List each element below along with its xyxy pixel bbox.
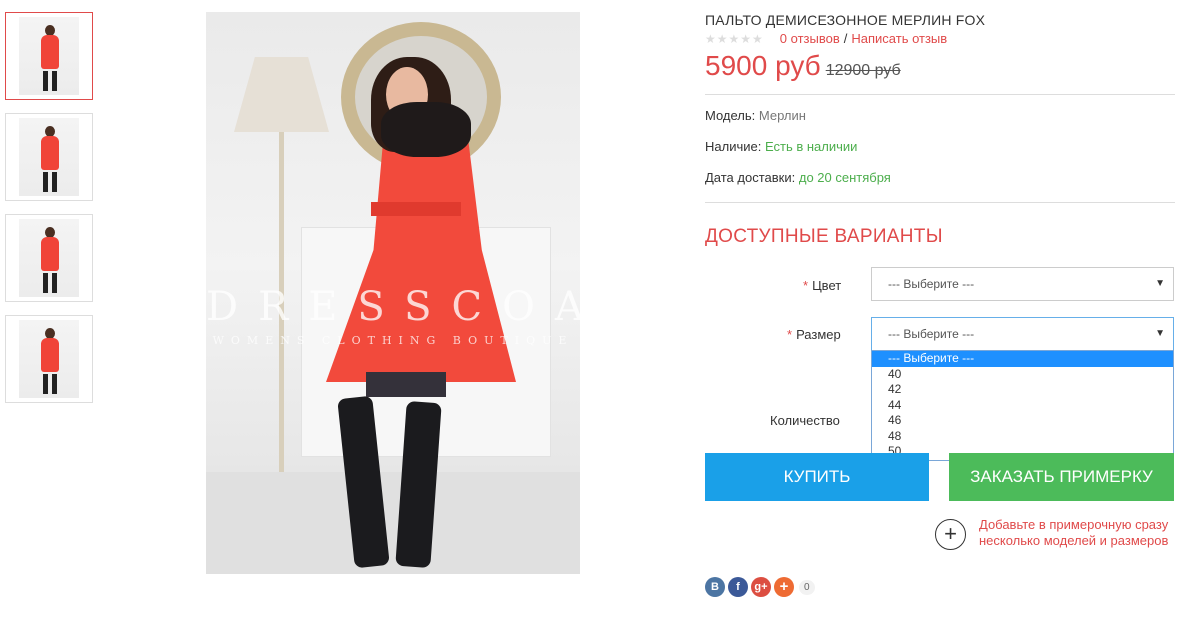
- thumbnail-image: [19, 219, 79, 297]
- availability-row: Наличие: Есть в наличии: [705, 139, 857, 154]
- main-product-image[interactable]: DRESSCOAT WOMENS CLOTHING BOUTIQUE: [206, 12, 580, 574]
- add-to-fitting-icon[interactable]: +: [935, 519, 966, 550]
- required-mark: *: [787, 327, 793, 342]
- google-plus-icon[interactable]: g+: [751, 577, 771, 597]
- rating-stars-icon: ★★★★★: [705, 31, 764, 46]
- thumbnail-image: [19, 118, 79, 196]
- thumbnail-list: [5, 12, 94, 416]
- divider: [705, 94, 1175, 95]
- model-value: Мерлин: [758, 108, 806, 123]
- availability-value: Есть в наличии: [764, 139, 858, 154]
- price-current: 5900 руб: [705, 50, 821, 81]
- price-old: 12900 руб: [825, 62, 901, 79]
- rating-row: ★★★★★ 0 отзывов / Написать отзыв: [705, 31, 947, 46]
- thumbnail-2[interactable]: [5, 113, 93, 201]
- product-title: ПАЛЬТО ДЕМИСЕЗОННОЕ МЕРЛИН FOX: [705, 12, 986, 28]
- model-row: Модель: Мерлин: [705, 108, 806, 123]
- write-review-link[interactable]: Написать отзыв: [851, 31, 947, 46]
- lamp-decor: [234, 57, 329, 132]
- size-option[interactable]: 46: [872, 413, 1173, 429]
- quantity-label: Количество: [770, 413, 840, 428]
- share-more-icon[interactable]: +: [774, 577, 794, 597]
- thumbnail-image: [19, 320, 79, 398]
- watermark-subtitle: WOMENS CLOTHING BOUTIQUE: [212, 334, 574, 347]
- size-option[interactable]: 42: [872, 382, 1173, 398]
- buy-button[interactable]: КУПИТЬ: [705, 453, 929, 501]
- fur-collar: [381, 102, 471, 157]
- social-share: B f g+ + 0: [705, 577, 815, 597]
- watermark-title: DRESSCOAT: [206, 284, 580, 330]
- size-label: Размер: [796, 327, 841, 342]
- share-count: 0: [799, 579, 815, 595]
- thumbnail-image: [19, 17, 79, 95]
- size-select[interactable]: --- Выберите --- ▼: [871, 317, 1174, 351]
- facebook-icon[interactable]: f: [728, 577, 748, 597]
- size-option[interactable]: 40: [872, 367, 1173, 383]
- vk-icon[interactable]: B: [705, 577, 725, 597]
- thumbnail-3[interactable]: [5, 214, 93, 302]
- size-select-value: --- Выберите ---: [888, 327, 975, 341]
- reviews-link[interactable]: 0 отзывов: [780, 31, 840, 46]
- price-block: 5900 руб 12900 руб: [705, 50, 901, 82]
- delivery-label: Дата доставки:: [705, 170, 796, 185]
- delivery-value: до 20 сентября: [798, 170, 891, 185]
- size-label-row: * Размер: [787, 327, 841, 342]
- variants-title: ДОСТУПНЫЕ ВАРИАНТЫ: [705, 226, 943, 247]
- color-label-row: * Цвет: [803, 278, 841, 293]
- size-option[interactable]: 44: [872, 398, 1173, 414]
- size-option[interactable]: --- Выберите ---: [872, 351, 1173, 367]
- size-dropdown: --- Выберите --- 40 42 44 46 48 50: [871, 350, 1174, 461]
- chevron-down-icon: ▼: [1155, 278, 1165, 289]
- color-select[interactable]: --- Выберите --- ▼: [871, 267, 1174, 301]
- color-select-value: --- Выберите ---: [888, 277, 975, 291]
- order-fitting-button[interactable]: ЗАКАЗАТЬ ПРИМЕРКУ: [949, 453, 1174, 501]
- color-label: Цвет: [812, 278, 842, 293]
- separator: /: [843, 31, 848, 46]
- thumbnail-4[interactable]: [5, 315, 93, 403]
- delivery-row: Дата доставки: до 20 сентября: [705, 170, 891, 185]
- model-label: Модель:: [705, 108, 756, 123]
- chevron-down-icon: ▼: [1155, 328, 1165, 339]
- required-mark: *: [803, 278, 809, 293]
- thumbnail-1[interactable]: [5, 12, 93, 100]
- availability-label: Наличие:: [705, 139, 762, 154]
- divider: [705, 202, 1175, 203]
- fitting-hint: Добавьте в примерочную сразу несколько м…: [979, 517, 1169, 548]
- size-option[interactable]: 48: [872, 429, 1173, 445]
